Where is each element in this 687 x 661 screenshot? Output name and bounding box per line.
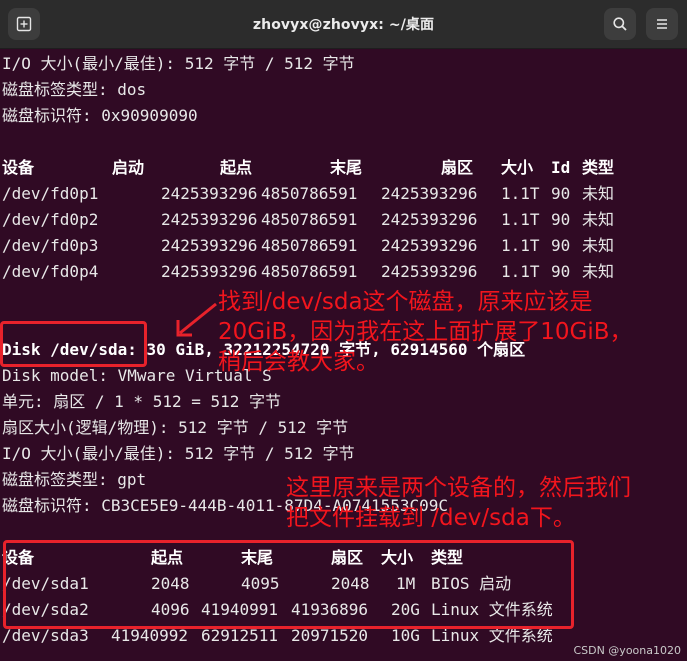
fd-row-type: 未知 [582, 184, 615, 203]
menu-button[interactable] [646, 8, 678, 40]
disk-label-type-line-2: 磁盘标签类型: gpt [2, 470, 147, 489]
hamburger-menu-icon [657, 19, 667, 29]
fd-header-device: 设备 [2, 158, 35, 177]
fd-row-sectors: 2425393296 [381, 184, 478, 203]
terminal-window: zhovyx@zhovyx: ~/桌面 I/O 大小(最小/最佳): 512 字… [0, 0, 687, 661]
fd-header-boot: 启动 [112, 158, 145, 177]
window-title: zhovyx@zhovyx: ~/桌面 [252, 17, 435, 33]
fd-row-size: 1.1T [501, 262, 540, 281]
fd-row-sectors: 2425393296 [381, 262, 478, 281]
fd-row-type: 未知 [582, 236, 615, 255]
annotation-note-sda: 找到/dev/sda这个磁盘，原来应该是 20GiB，因为我在这上面扩展了10G… [218, 289, 633, 375]
fd-header-sectors: 扇区 [441, 158, 474, 177]
fd-row-id: 90 [551, 210, 571, 229]
io-size-line-2: I/O 大小(最小/最佳): 512 字节 / 512 字节 [2, 444, 355, 463]
fd-row-size: 1.1T [501, 184, 540, 203]
highlight-disk-sda-box [0, 321, 147, 367]
fd-row-size: 1.1T [501, 236, 540, 255]
fd-row-sectors: 2425393296 [381, 236, 478, 255]
fd-row-id: 90 [551, 184, 571, 203]
fd-header-end: 末尾 [330, 158, 363, 177]
fd-row-size: 1.1T [501, 210, 540, 229]
fd-header-start: 起点 [220, 158, 253, 177]
io-size-line: I/O 大小(最小/最佳): 512 字节 / 512 字节 [2, 54, 355, 73]
fd-row-end: 4850786591 [261, 210, 358, 229]
disk-identifier-line: 磁盘标识符: 0x90909090 [2, 106, 198, 125]
title-bar: zhovyx@zhovyx: ~/桌面 [0, 0, 687, 49]
fd-row-start: 2425393296 [161, 236, 258, 255]
fd-row-id: 90 [551, 262, 571, 281]
fd-row-type: 未知 [582, 262, 615, 281]
fd-row-device: /dev/fd0p3 [2, 236, 99, 255]
disk-label-type-line: 磁盘标签类型: dos [2, 80, 147, 99]
fd-row-sectors: 2425393296 [381, 210, 478, 229]
fd-row-end: 4850786591 [261, 262, 358, 281]
fd-header-type: 类型 [582, 158, 615, 177]
fd-row-device: /dev/fd0p4 [2, 262, 99, 281]
fd-header-size: 大小 [501, 158, 534, 177]
annotation-arrow-icon [176, 302, 217, 337]
fd-row-start: 2425393296 [161, 184, 258, 203]
fd-row-device: /dev/fd0p1 [2, 184, 99, 203]
annotation-note-devices: 这里原来是两个设备的，然后我们 把文件挂载到 /dev/sda下。 [286, 475, 631, 531]
fd-header-id: Id [551, 158, 571, 177]
highlight-partition-table-box [3, 540, 574, 629]
search-button[interactable] [604, 8, 636, 40]
fd-row-end: 4850786591 [261, 184, 358, 203]
fd-row-start: 2425393296 [161, 210, 258, 229]
fd-row-type: 未知 [582, 210, 615, 229]
search-icon [613, 17, 627, 31]
units-line: 单元: 扇区 / 1 * 512 = 512 字节 [2, 392, 282, 411]
fd-row-id: 90 [551, 236, 571, 255]
watermark: CSDN @yoona1020 [573, 644, 681, 657]
fd-row-device: /dev/fd0p2 [2, 210, 99, 229]
sector-size-line: 扇区大小(逻辑/物理): 512 字节 / 512 字节 [2, 418, 349, 437]
fd-row-start: 2425393296 [161, 262, 258, 281]
fd-row-end: 4850786591 [261, 236, 358, 255]
